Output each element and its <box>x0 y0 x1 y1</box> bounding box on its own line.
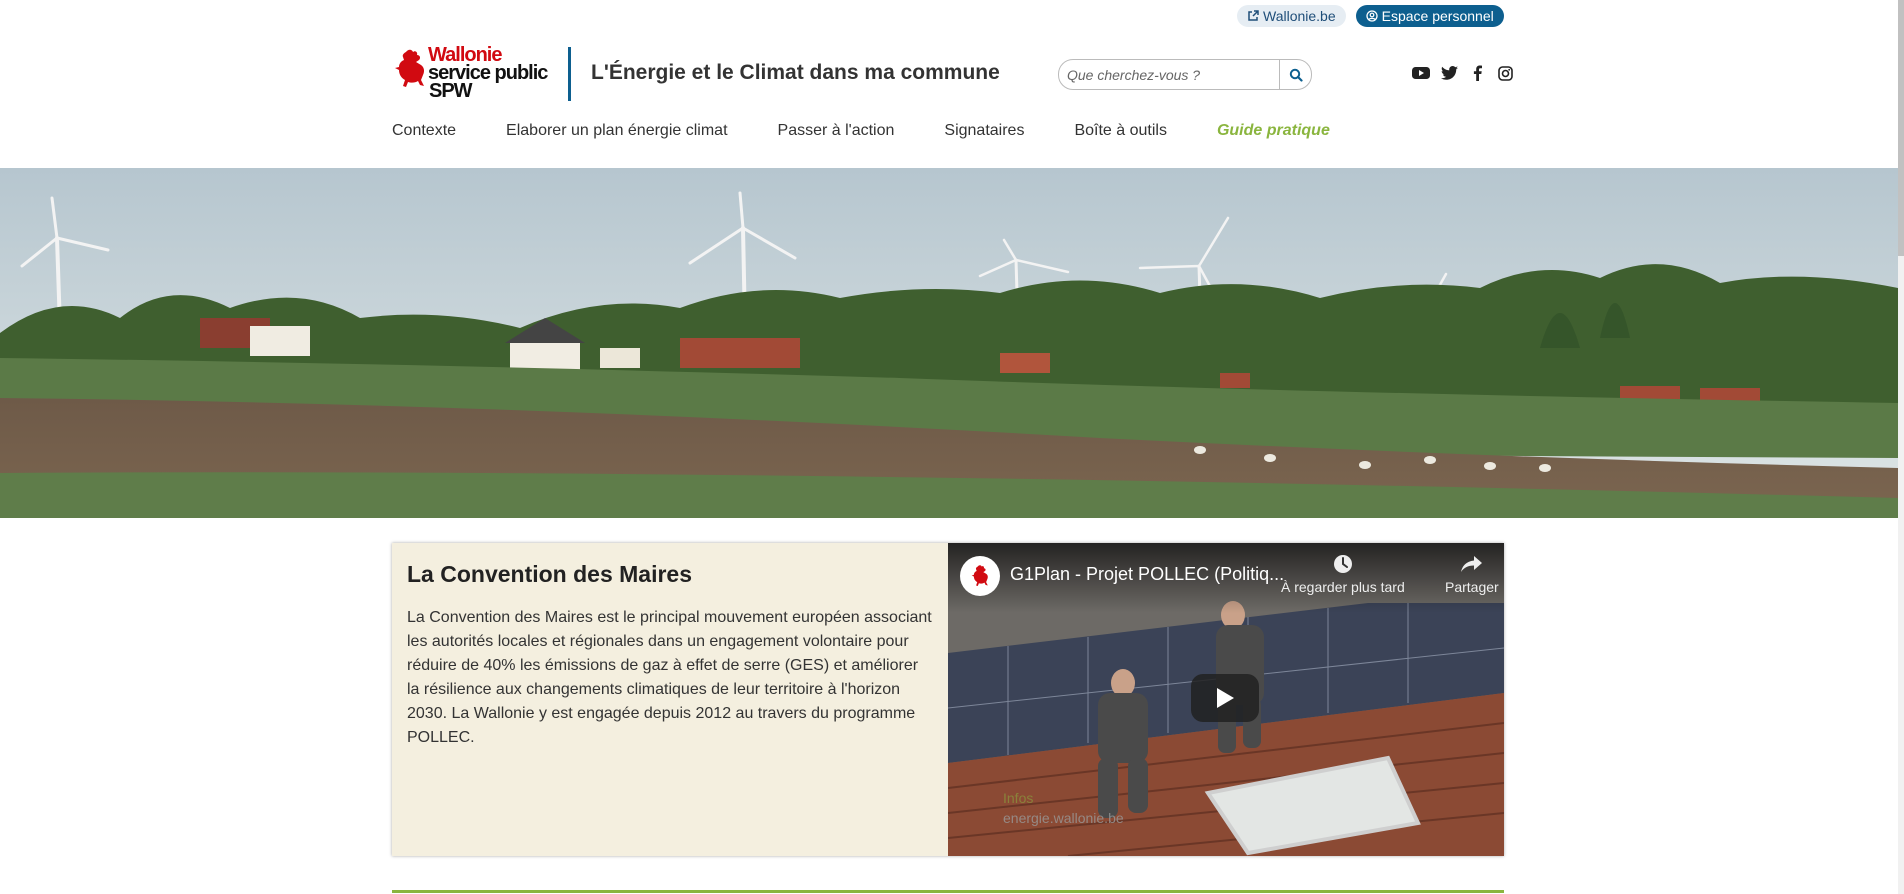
nav-item-signataires[interactable]: Signataires <box>944 122 1024 140</box>
search-button[interactable] <box>1279 60 1311 89</box>
youtube-icon[interactable] <box>1412 64 1430 82</box>
play-icon <box>1217 688 1234 708</box>
espace-personnel-button[interactable]: Espace personnel <box>1355 5 1504 27</box>
scrollbar-thumb[interactable] <box>1898 0 1904 256</box>
main-nav: Contexte Elaborer un plan énergie climat… <box>392 122 1330 140</box>
facebook-icon[interactable] <box>1468 64 1486 82</box>
convention-text-panel: La Convention des Maires La Convention d… <box>392 543 948 856</box>
convention-body: La Convention des Maires est le principa… <box>407 609 932 746</box>
spw-logo-text: Wallonie service public SPW <box>428 45 548 102</box>
section-divider <box>392 890 1504 893</box>
channel-avatar[interactable] <box>960 556 1000 596</box>
top-utility-bar: Wallonie.be Espace personnel <box>1237 4 1504 28</box>
play-button[interactable] <box>1191 674 1259 722</box>
video-watermark-url: energie.wallonie.be <box>1003 810 1124 826</box>
search-icon <box>1289 68 1303 82</box>
logo-separator <box>568 47 571 101</box>
share-icon <box>1460 556 1482 572</box>
spw-logo[interactable]: Wallonie service public SPW <box>392 44 570 104</box>
site-header: Wallonie service public SPW L'Énergie et… <box>392 44 1513 106</box>
instagram-icon[interactable] <box>1496 64 1514 82</box>
site-title[interactable]: L'Énergie et le Climat dans ma commune <box>591 61 1000 85</box>
search-box <box>1058 59 1312 90</box>
page-scrollbar[interactable] <box>1898 0 1904 894</box>
share-label: Partager <box>1445 579 1499 595</box>
video-watermark-infos: Infos <box>1003 790 1034 806</box>
logo-line-spw: SPW <box>429 80 473 102</box>
nav-item-guide-pratique[interactable]: Guide pratique <box>1217 122 1330 140</box>
external-link-icon <box>1248 10 1259 21</box>
nav-item-boite-outils[interactable]: Boîte à outils <box>1074 122 1167 140</box>
convention-title: La Convention des Maires <box>407 561 693 587</box>
wallonie-link-label: Wallonie.be <box>1263 8 1336 24</box>
user-circle-icon <box>1365 10 1378 22</box>
video-player[interactable]: G1Plan - Projet POLLEC (Politiq... À reg… <box>948 543 1504 856</box>
watch-later-button[interactable]: À regarder plus tard <box>1281 553 1405 595</box>
wallonie-rooster-icon <box>395 49 425 87</box>
nav-item-contexte[interactable]: Contexte <box>392 122 456 140</box>
clock-icon <box>1333 555 1352 573</box>
hero-banner-image <box>0 168 1898 518</box>
video-title[interactable]: G1Plan - Projet POLLEC (Politiq... <box>1010 564 1284 585</box>
wallonie-rooster-icon <box>971 565 988 586</box>
search-input[interactable] <box>1059 60 1279 89</box>
wallonie-link[interactable]: Wallonie.be <box>1237 5 1346 27</box>
watch-later-label: À regarder plus tard <box>1281 579 1405 595</box>
twitter-icon[interactable] <box>1440 64 1458 82</box>
page: Wallonie.be Espace personnel Wallonie se… <box>0 0 1904 894</box>
nav-item-elaborer-plan[interactable]: Elaborer un plan énergie climat <box>506 122 727 140</box>
espace-personnel-label: Espace personnel <box>1381 8 1494 24</box>
convention-card: La Convention des Maires La Convention d… <box>392 543 1504 856</box>
social-links <box>1412 64 1514 82</box>
nav-item-passer-action[interactable]: Passer à l'action <box>778 122 895 140</box>
share-button[interactable]: Partager <box>1445 553 1499 595</box>
